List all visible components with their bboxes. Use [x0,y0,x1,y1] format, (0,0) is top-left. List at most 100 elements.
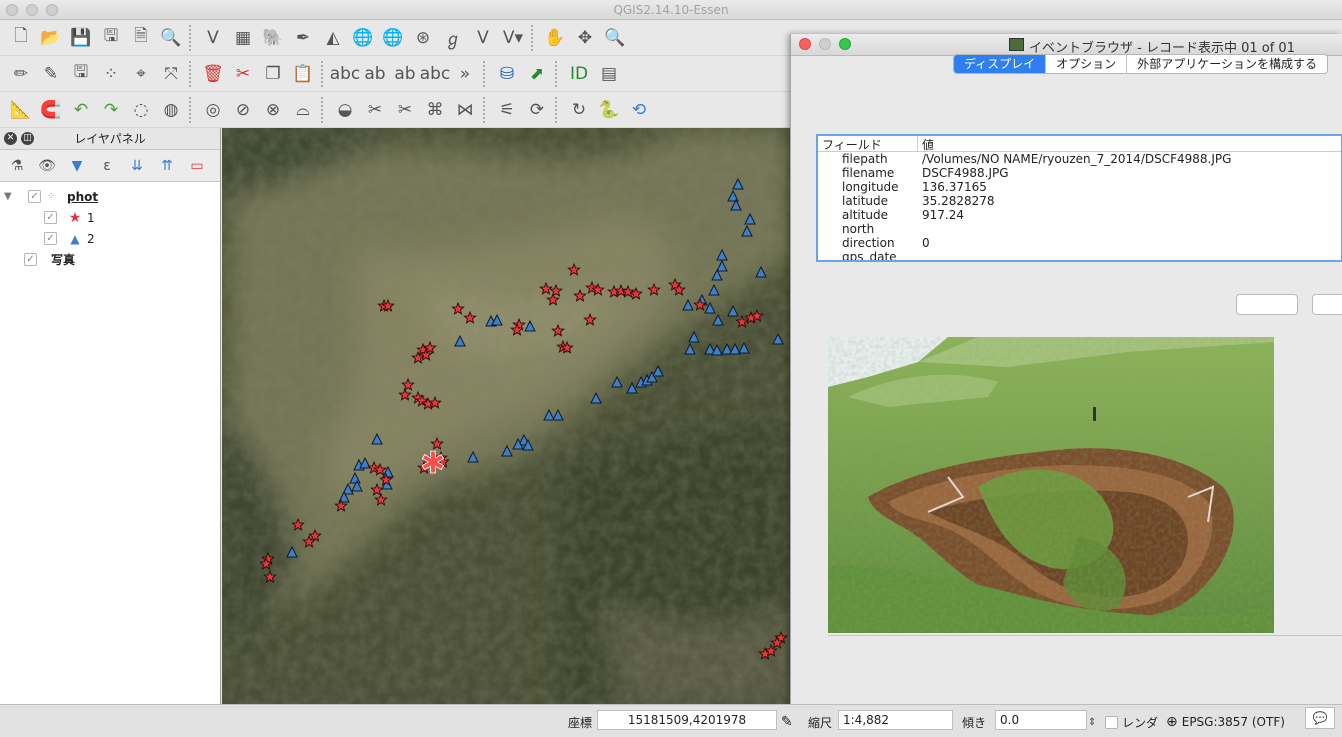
gps-icon[interactable]: ⬈ [522,60,552,88]
add-wms-layer-icon[interactable]: 🌐 [348,24,378,52]
add-wcs-layer-icon[interactable]: 🌐 [378,24,408,52]
crs-icon[interactable]: ⊕ [1166,714,1178,730]
raster-icon[interactable]: ▤ [594,60,624,88]
visibility-icon[interactable]: 👁 [32,152,62,180]
delete-selected-icon[interactable]: 🗑 [198,60,228,88]
dialog-minimize-dot[interactable] [819,38,831,50]
current-edits-icon[interactable]: ✏ [6,60,36,88]
style-manager-icon[interactable]: ⚗ [2,152,32,180]
dialog-window-controls[interactable] [799,38,851,50]
layer-row-photo[interactable]: ✓ 写真 [0,249,220,270]
tab-options[interactable]: オプション [1045,55,1126,73]
new-project-icon[interactable]: 🗋 [6,24,36,52]
add-part-icon[interactable]: ◍ [156,96,186,124]
zoom-in-icon[interactable]: 🔍 [600,24,630,52]
crs-status[interactable]: EPSG:3857 (OTF) [1182,715,1285,729]
python-console-icon[interactable]: 🐍 [594,96,624,124]
toolbar-grip[interactable] [555,96,561,123]
layer-row-phot[interactable]: ▼ ✓ ⁘ phot [0,186,220,207]
attribute-row[interactable]: direction 0 [818,236,1341,250]
legend-item-2[interactable]: ✓ ▲ 2 [0,228,220,249]
delete-part-icon[interactable]: ⊗ [258,96,288,124]
pin-labels-icon[interactable]: ab [360,60,390,88]
add-ring-icon[interactable]: ◌ [126,96,156,124]
rotate-point-icon[interactable]: ⟳ [522,96,552,124]
attribute-row[interactable]: altitude 917.24 [818,208,1341,222]
fill-ring-icon[interactable]: ◎ [198,96,228,124]
add-raster-layer-icon[interactable]: ▦ [228,24,258,52]
add-vector-layer-icon[interactable]: V [198,24,228,52]
cut-features-icon[interactable]: ✂ [228,60,258,88]
legend-checkbox[interactable]: ✓ [44,232,57,245]
attribute-row[interactable]: filepath/Volumes/NO NAME/ryouzen_7_2014/… [818,152,1341,166]
reshape-icon[interactable]: ⌓ [288,96,318,124]
simplify-icon[interactable]: ✂ [360,96,390,124]
layer-checkbox[interactable]: ✓ [28,190,41,203]
messages-icon[interactable]: 💬 [1305,707,1335,729]
merge-features-icon[interactable]: ⋈ [450,96,480,124]
toolbar-grip[interactable] [189,24,195,51]
redo-icon[interactable]: ↷ [96,96,126,124]
attribute-table[interactable]: フィールド 値 filepath/Volumes/NO NAME/ryouzen… [816,134,1342,262]
pan-to-selection-icon[interactable]: ✥ [570,24,600,52]
new-print-composer-icon[interactable]: 🗎 [126,24,156,52]
label-tool-icon[interactable]: abc [330,60,361,88]
rotate-icon[interactable]: ↻ [564,96,594,124]
toolbar-grip[interactable] [483,96,489,123]
undo-icon[interactable]: ↶ [66,96,96,124]
composer-manager-icon[interactable]: 🔍 [156,24,186,52]
filter-expression-icon[interactable]: ε [92,152,122,180]
add-feature-icon[interactable]: ⁘ [96,60,126,88]
dialog-close-dot[interactable] [799,38,811,50]
add-delimited-text-icon[interactable]: ℊ [438,24,468,52]
vector-digitize-icon[interactable]: ID [564,60,594,88]
toolbar-grip[interactable] [189,60,195,87]
tab-display[interactable]: ディスプレイ [954,55,1046,73]
add-wfs-layer-icon[interactable]: ⊛ [408,24,438,52]
add-mssql-layer-icon[interactable]: ◭ [318,24,348,52]
toggle-editing-icon[interactable]: ✎ [36,60,66,88]
highlight-labels-icon[interactable]: ab [390,60,420,88]
split-parts-icon[interactable]: ⌘ [420,96,450,124]
legend-item-1[interactable]: ✓ ★ 1 [0,207,220,228]
expand-arrow-icon[interactable]: ▼ [4,191,28,202]
add-postgis-layer-icon[interactable]: 🐘 [258,24,288,52]
merge-attributes-icon[interactable]: ⚟ [492,96,522,124]
new-layer-dropdown-icon[interactable]: V▾ [498,24,528,52]
map-canvas[interactable]: ✱ [222,128,790,704]
attribute-row[interactable]: latitude 35.2828278 [818,194,1341,208]
expand-all-icon[interactable]: ⇊ [122,152,152,180]
refresh-icon[interactable]: ⟲ [624,96,654,124]
extents-toggle-icon[interactable]: ✎ [781,713,793,731]
collapse-all-icon[interactable]: ⇈ [152,152,182,180]
toolbar-grip[interactable] [321,60,327,87]
node-tool-icon[interactable]: ⌖ [126,60,156,88]
attribute-row[interactable]: filename DSCF4988.JPG [818,166,1341,180]
selected-point-marker[interactable]: ✱ [420,446,446,482]
previous-button[interactable] [1236,294,1298,315]
save-edits-icon[interactable]: 🖫 [66,60,96,88]
rotation-stepper-icon[interactable]: ⇕ [1088,713,1096,731]
paste-features-icon[interactable]: 📋 [288,60,318,88]
change-label-icon[interactable]: abc [420,60,451,88]
next-button[interactable] [1312,294,1342,315]
pan-icon[interactable]: ✋ [540,24,570,52]
dialog-zoom-dot[interactable] [839,38,851,50]
database-icon[interactable]: ⛁ [492,60,522,88]
toolbar-grip[interactable] [483,60,489,87]
save-project-icon[interactable]: 💾 [66,24,96,52]
toolbar-grip[interactable] [321,96,327,123]
toolbar-grip[interactable] [555,60,561,87]
snapping-icon[interactable]: 🧲 [36,96,66,124]
toolbar-grip[interactable] [531,24,537,51]
scale-combobox[interactable]: 1:4,882 [838,710,953,730]
new-shapefile-icon[interactable]: V [468,24,498,52]
legend-checkbox[interactable]: ✓ [44,211,57,224]
attribute-row[interactable]: north [818,222,1341,236]
open-project-icon[interactable]: 📂 [36,24,66,52]
remove-layer-icon[interactable]: ▭ [182,152,212,180]
attribute-row[interactable]: longitude 136.37165 [818,180,1341,194]
rotation-spinbox[interactable]: 0.0 [995,710,1087,730]
copy-features-icon[interactable]: ❐ [258,60,288,88]
save-as-icon[interactable]: 🖫 [96,24,126,52]
